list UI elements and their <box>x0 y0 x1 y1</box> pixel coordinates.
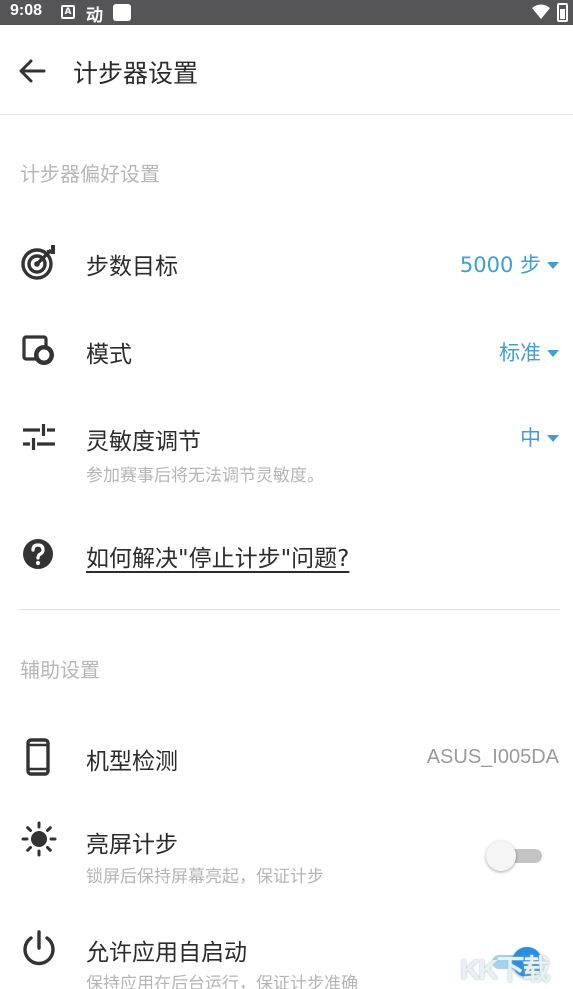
page-title: 计步器设置 <box>73 59 199 88</box>
step-goal-value: 5000 步 <box>459 253 541 277</box>
mode-value: 标准 <box>499 341 541 365</box>
help-icon <box>23 539 53 569</box>
watermark-logo: KK下载 <box>460 954 550 985</box>
target-icon <box>21 245 55 280</box>
device-model-value: ASUS_I005DA <box>426 746 559 768</box>
help-link[interactable]: 如何解决"停止计步"问题? <box>86 539 349 573</box>
section-title-pedometer: 计步器偏好设置 <box>20 162 160 186</box>
step-goal-dropdown[interactable]: 5000 步 <box>460 249 559 279</box>
app-bar: 计步器设置 <box>0 25 573 115</box>
sliders-icon <box>23 424 55 450</box>
sensitivity-value: 中 <box>520 426 541 450</box>
caret-down-icon <box>547 349 559 357</box>
mode-dropdown[interactable]: 标准 <box>499 337 559 367</box>
step-goal-label: 步数目标 <box>86 254 178 280</box>
section-title-assist: 辅助设置 <box>20 658 100 682</box>
sensitivity-subtitle: 参加赛事后将无法调节灵敏度。 <box>86 466 324 486</box>
power-icon <box>23 930 55 966</box>
auto-start-label: 允许应用自启动 <box>86 940 247 966</box>
toggle-thumb <box>486 841 516 871</box>
status-time: 9:08 <box>10 2 43 19</box>
status-bar: 9:08 A 动 <box>0 0 573 26</box>
section-divider <box>18 609 560 610</box>
arrow-left-icon[interactable] <box>16 55 48 87</box>
move-icon: 动 <box>86 6 103 26</box>
device-label: 机型检测 <box>86 749 178 775</box>
mode-icon <box>22 335 54 365</box>
wifi-icon <box>532 4 550 19</box>
caret-down-icon <box>547 434 559 442</box>
a-box-icon: A <box>61 5 75 19</box>
screen-on-subtitle: 锁屏后保持屏幕亮起，保证计步 <box>86 867 324 887</box>
sensitivity-label: 灵敏度调节 <box>86 429 201 455</box>
auto-start-subtitle: 保持应用在后台运行，保证计步准确 <box>86 974 358 989</box>
phone-icon <box>26 738 50 776</box>
caret-down-icon <box>547 261 559 269</box>
screen-on-toggle[interactable] <box>486 841 542 871</box>
mode-label: 模式 <box>86 342 132 368</box>
square-icon <box>113 4 131 21</box>
sensitivity-dropdown[interactable]: 中 <box>520 422 559 452</box>
brightness-icon <box>21 821 57 857</box>
battery-icon <box>557 3 568 22</box>
screen-on-label: 亮屏计步 <box>86 832 178 858</box>
